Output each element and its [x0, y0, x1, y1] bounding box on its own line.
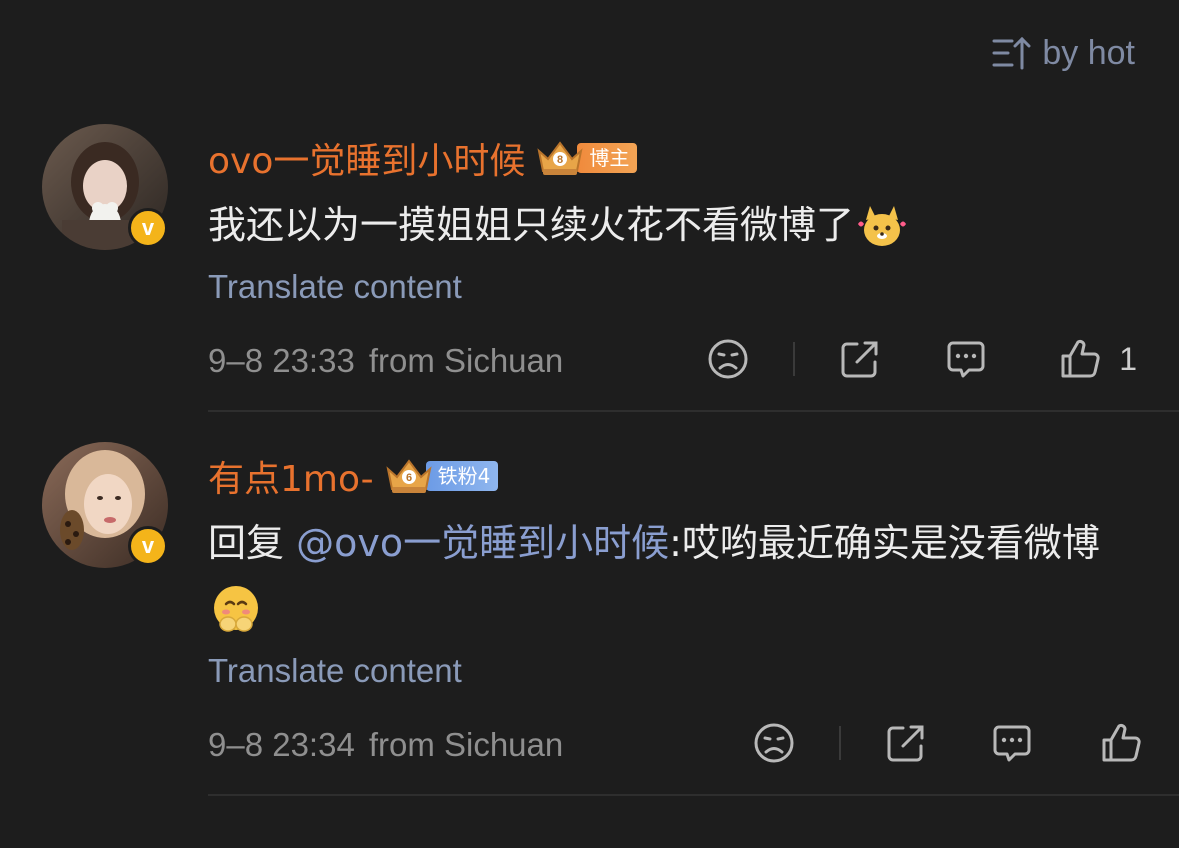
verified-badge: v [128, 208, 168, 248]
thumbs-up-icon [1061, 339, 1100, 378]
comment-location: from Sichuan [368, 726, 564, 763]
actions-divider [793, 342, 796, 376]
sort-icon [992, 36, 1031, 70]
username[interactable]: ovo一觉睡到小时候 [208, 132, 525, 184]
shy-face-emoji-icon [214, 585, 258, 632]
comment-actions: 1 [685, 338, 1137, 380]
sort-by-hot-button[interactable]: by hot [992, 30, 1135, 76]
fan-medal[interactable]: 8 博主 [535, 139, 638, 177]
thumbs-up-icon [1102, 723, 1141, 762]
like-button[interactable] [1091, 722, 1151, 764]
name-row: ovo一觉睡到小时候 8 博主 [208, 132, 638, 184]
medal-tag: 铁粉4 [425, 461, 499, 491]
comment-bubble-icon [947, 341, 985, 378]
username[interactable]: 有点1mo- [208, 450, 374, 502]
svg-text:8: 8 [557, 154, 563, 166]
svg-text:6: 6 [406, 472, 412, 484]
sort-label: by hot [1042, 33, 1135, 72]
sad-face-icon [754, 723, 794, 763]
comment-meta: 9–8 23:34 from Sichuan [208, 726, 563, 764]
comment-divider [208, 794, 1179, 796]
avatar[interactable]: v [42, 442, 168, 568]
comment-time: 9–8 23:34 [208, 726, 355, 763]
avatar[interactable]: v [42, 124, 168, 250]
comment-location: from Sichuan [368, 342, 564, 379]
share-icon [887, 725, 924, 762]
translate-content-link[interactable]: Translate content [208, 652, 462, 690]
comment-actions [731, 722, 1151, 764]
doge-emoji-icon [858, 205, 907, 246]
medal-tag: 博主 [577, 143, 638, 173]
crown-icon: 8 [537, 141, 583, 175]
dislike-button[interactable] [731, 722, 817, 764]
like-button[interactable]: 1 [1059, 338, 1137, 380]
dislike-button[interactable] [685, 338, 771, 380]
share-icon [841, 341, 878, 378]
share-button[interactable] [817, 338, 903, 380]
comment-divider [208, 410, 1179, 412]
mention-link[interactable]: @ovo一觉睡到小时候 [296, 521, 669, 565]
comment-meta: 9–8 23:33 from Sichuan [208, 342, 563, 380]
reply-button[interactable] [923, 338, 1009, 380]
comment-time: 9–8 23:33 [208, 342, 355, 379]
comment-text: 回复 @ovo一觉睡到小时候:哎哟最近确实是没看微博 [208, 512, 1138, 636]
fan-medal[interactable]: 6 铁粉4 [384, 457, 499, 495]
comment-bubble-icon [993, 725, 1031, 762]
name-row: 有点1mo- 6 铁粉4 [208, 450, 499, 502]
verified-badge: v [128, 526, 168, 566]
like-count: 1 [1119, 340, 1137, 377]
comment-text: 我还以为一摸姐姐只续火花不看微博了 [208, 194, 1138, 256]
sad-face-icon [708, 339, 748, 379]
actions-divider [839, 726, 841, 760]
reply-button[interactable] [969, 722, 1055, 764]
reply-prefix: 回复 [208, 521, 297, 565]
translate-content-link[interactable]: Translate content [208, 268, 462, 306]
crown-icon: 6 [386, 459, 432, 493]
share-button[interactable] [863, 722, 949, 764]
